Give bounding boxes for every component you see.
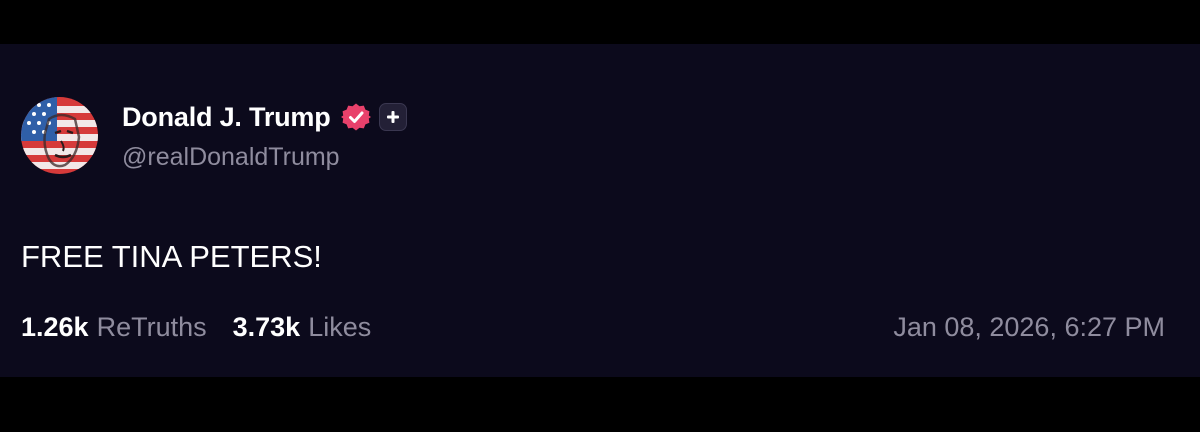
author-display-name[interactable]: Donald J. Trump (122, 102, 331, 133)
post-text: FREE TINA PETERS! (21, 239, 322, 274)
plus-icon (386, 111, 399, 123)
retruths-label: ReTruths (96, 312, 207, 342)
post-timestamp[interactable]: Jan 08, 2026, 6:27 PM (893, 312, 1165, 343)
likes-label: Likes (308, 312, 372, 342)
retruths-count: 1.26k (21, 312, 89, 342)
verified-badge-icon (340, 102, 371, 132)
likes-stat[interactable]: 3.73k Likes (233, 312, 372, 343)
avatar-image (21, 97, 98, 174)
author-row: Donald J. Trump (122, 100, 407, 134)
follow-button[interactable] (378, 103, 407, 131)
likes-count: 3.73k (232, 312, 301, 342)
avatar[interactable] (21, 97, 98, 174)
truth-post-card: Donald J. Trump @realDonaldTrump FREE TI… (0, 44, 1200, 377)
post-stats: 1.26k ReTruths 3.73k Likes (21, 312, 371, 343)
retruths-stat[interactable]: 1.26k ReTruths (21, 312, 207, 343)
author-handle[interactable]: @realDonaldTrump (122, 143, 340, 172)
